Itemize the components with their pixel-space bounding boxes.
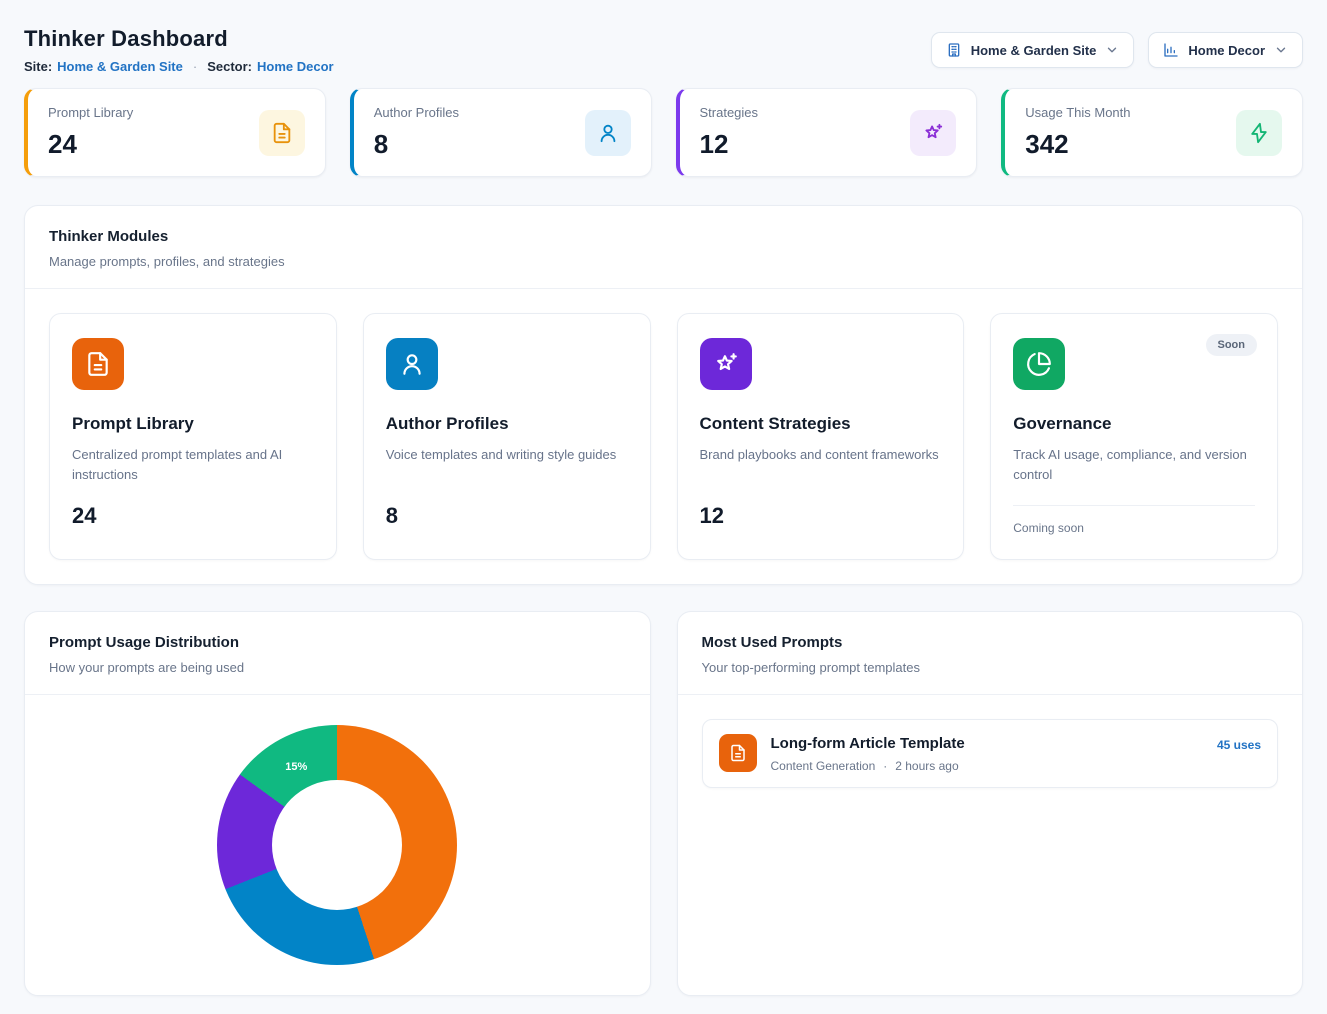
stat-card-strategies: Strategies 12 [676, 88, 978, 177]
prompt-uses-badge: 45 uses [1217, 738, 1261, 752]
bolt-icon [1236, 110, 1282, 156]
stat-value: 8 [374, 129, 459, 160]
donut-chart: 15% [217, 725, 457, 965]
thinker-modules-panel: Thinker Modules Manage prompts, profiles… [24, 205, 1303, 585]
stat-card-usage: Usage This Month 342 [1001, 88, 1303, 177]
dashboard-page: Thinker Dashboard Site: Home & Garden Si… [0, 0, 1327, 1014]
prompts-panel-title: Most Used Prompts [702, 634, 1279, 651]
soon-badge: Soon [1206, 334, 1258, 356]
module-description: Voice templates and writing style guides [386, 445, 628, 487]
usage-panel-subtitle: How your prompts are being used [49, 660, 626, 675]
stat-label: Strategies [700, 105, 759, 120]
pie-chart-icon [1013, 338, 1065, 390]
stat-value: 12 [700, 129, 759, 160]
most-used-prompts-panel: Most Used Prompts Your top-performing pr… [677, 611, 1304, 996]
module-card-prompt-library[interactable]: Prompt Library Centralized prompt templa… [49, 313, 337, 560]
file-text-icon [72, 338, 124, 390]
meta-separator: · [883, 759, 887, 773]
bottom-row: Prompt Usage Distribution How your promp… [24, 611, 1303, 996]
breadcrumb: Site: Home & Garden Site · Sector: Home … [24, 59, 334, 74]
bar-chart-icon [1163, 42, 1179, 58]
stats-row: Prompt Library 24 Author Profiles 8 Stra… [24, 88, 1303, 177]
top-bar-actions: Home & Garden Site Home Decor [931, 32, 1303, 68]
site-selector-label: Home & Garden Site [971, 43, 1097, 58]
modules-subtitle: Manage prompts, profiles, and strategies [49, 254, 1278, 269]
prompt-list-item[interactable]: Long-form Article Template Content Gener… [702, 719, 1279, 788]
prompt-list: Long-form Article Template Content Gener… [678, 695, 1303, 812]
top-bar: Thinker Dashboard Site: Home & Garden Si… [24, 18, 1303, 74]
site-link[interactable]: Home & Garden Site [57, 59, 183, 74]
module-description: Track AI usage, compliance, and version … [1013, 445, 1255, 487]
module-title: Governance [1013, 414, 1255, 434]
sector-label: Sector: [207, 59, 252, 74]
meta-separator: · [193, 59, 197, 74]
sparkle-star-icon [910, 110, 956, 156]
user-icon [585, 110, 631, 156]
chart-area: 15% [25, 695, 650, 995]
site-label: Site: [24, 59, 52, 74]
module-card-content-strategies[interactable]: Content Strategies Brand playbooks and c… [677, 313, 965, 560]
donut-segment-label: 15% [285, 761, 307, 773]
prompts-panel-subtitle: Your top-performing prompt templates [702, 660, 1279, 675]
file-text-icon [719, 734, 757, 772]
module-count: 12 [700, 503, 942, 529]
sparkle-star-icon [700, 338, 752, 390]
usage-distribution-panel: Prompt Usage Distribution How your promp… [24, 611, 651, 996]
prompt-time: 2 hours ago [895, 759, 958, 773]
building-icon [946, 42, 962, 58]
sector-selector-dropdown[interactable]: Home Decor [1148, 32, 1303, 68]
module-title: Author Profiles [386, 414, 628, 434]
prompt-title: Long-form Article Template [771, 735, 1203, 752]
stat-value: 24 [48, 129, 133, 160]
sector-link[interactable]: Home Decor [257, 59, 334, 74]
stat-label: Author Profiles [374, 105, 459, 120]
modules-grid: Prompt Library Centralized prompt templa… [25, 289, 1302, 584]
module-title: Prompt Library [72, 414, 314, 434]
sector-selector-label: Home Decor [1188, 43, 1265, 58]
module-card-author-profiles[interactable]: Author Profiles Voice templates and writ… [363, 313, 651, 560]
page-title: Thinker Dashboard [24, 26, 334, 52]
chevron-down-icon [1105, 43, 1119, 57]
module-title: Content Strategies [700, 414, 942, 434]
title-block: Thinker Dashboard Site: Home & Garden Si… [24, 18, 334, 74]
coming-soon-label: Coming soon [1013, 505, 1255, 535]
module-count: 24 [72, 503, 314, 529]
usage-panel-title: Prompt Usage Distribution [49, 634, 626, 651]
module-count: 8 [386, 503, 628, 529]
stat-card-author-profiles: Author Profiles 8 [350, 88, 652, 177]
user-icon [386, 338, 438, 390]
site-selector-dropdown[interactable]: Home & Garden Site [931, 32, 1135, 68]
stat-card-prompt-library: Prompt Library 24 [24, 88, 326, 177]
prompt-category: Content Generation [771, 759, 876, 773]
modules-title: Thinker Modules [49, 228, 1278, 245]
file-text-icon [259, 110, 305, 156]
chevron-down-icon [1274, 43, 1288, 57]
module-description: Brand playbooks and content frameworks [700, 445, 942, 487]
stat-value: 342 [1025, 129, 1130, 160]
stat-label: Usage This Month [1025, 105, 1130, 120]
module-description: Centralized prompt templates and AI inst… [72, 445, 314, 487]
module-card-governance[interactable]: Soon Governance Track AI usage, complian… [990, 313, 1278, 560]
stat-label: Prompt Library [48, 105, 133, 120]
